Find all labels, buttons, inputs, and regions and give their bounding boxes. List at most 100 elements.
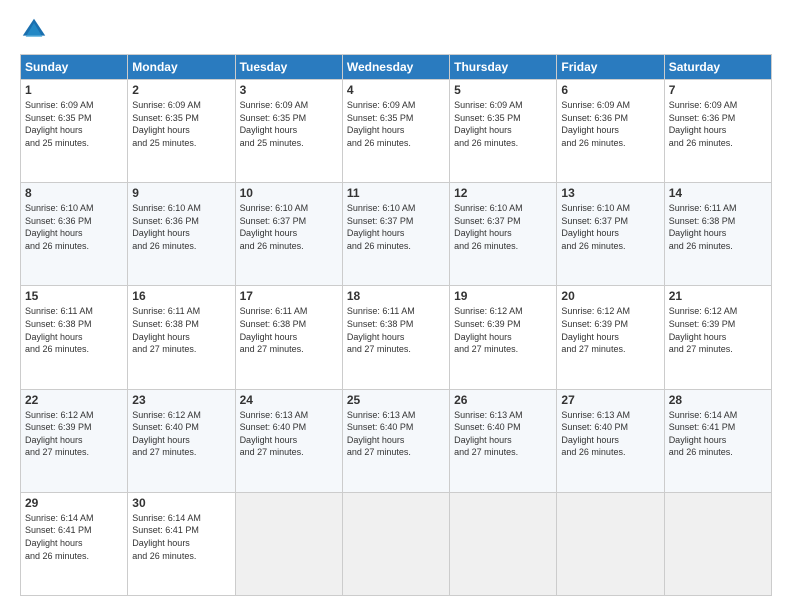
day-number: 22 [25,393,123,407]
day-number: 18 [347,289,445,303]
calendar-cell: 15 Sunrise: 6:11 AM Sunset: 6:38 PM Dayl… [21,286,128,389]
calendar-cell: 4 Sunrise: 6:09 AM Sunset: 6:35 PM Dayli… [342,80,449,183]
calendar-week-3: 15 Sunrise: 6:11 AM Sunset: 6:38 PM Dayl… [21,286,772,389]
calendar-cell: 25 Sunrise: 6:13 AM Sunset: 6:40 PM Dayl… [342,389,449,492]
day-number: 28 [669,393,767,407]
day-number: 27 [561,393,659,407]
col-header-sunday: Sunday [21,55,128,80]
calendar-cell: 7 Sunrise: 6:09 AM Sunset: 6:36 PM Dayli… [664,80,771,183]
day-number: 8 [25,186,123,200]
col-header-wednesday: Wednesday [342,55,449,80]
cell-info: Sunrise: 6:11 AM Sunset: 6:38 PM Dayligh… [240,305,338,355]
cell-info: Sunrise: 6:09 AM Sunset: 6:35 PM Dayligh… [25,99,123,149]
cell-info: Sunrise: 6:13 AM Sunset: 6:40 PM Dayligh… [454,409,552,459]
calendar-cell: 24 Sunrise: 6:13 AM Sunset: 6:40 PM Dayl… [235,389,342,492]
calendar-cell: 26 Sunrise: 6:13 AM Sunset: 6:40 PM Dayl… [450,389,557,492]
col-header-tuesday: Tuesday [235,55,342,80]
day-number: 4 [347,83,445,97]
calendar-cell: 16 Sunrise: 6:11 AM Sunset: 6:38 PM Dayl… [128,286,235,389]
calendar-cell [235,492,342,595]
cell-info: Sunrise: 6:11 AM Sunset: 6:38 PM Dayligh… [347,305,445,355]
calendar-week-2: 8 Sunrise: 6:10 AM Sunset: 6:36 PM Dayli… [21,183,772,286]
cell-info: Sunrise: 6:12 AM Sunset: 6:40 PM Dayligh… [132,409,230,459]
calendar-table: SundayMondayTuesdayWednesdayThursdayFrid… [20,54,772,596]
calendar-cell: 21 Sunrise: 6:12 AM Sunset: 6:39 PM Dayl… [664,286,771,389]
calendar-cell: 9 Sunrise: 6:10 AM Sunset: 6:36 PM Dayli… [128,183,235,286]
calendar-cell: 8 Sunrise: 6:10 AM Sunset: 6:36 PM Dayli… [21,183,128,286]
cell-info: Sunrise: 6:09 AM Sunset: 6:35 PM Dayligh… [347,99,445,149]
calendar-cell: 19 Sunrise: 6:12 AM Sunset: 6:39 PM Dayl… [450,286,557,389]
calendar-cell: 27 Sunrise: 6:13 AM Sunset: 6:40 PM Dayl… [557,389,664,492]
cell-info: Sunrise: 6:10 AM Sunset: 6:36 PM Dayligh… [132,202,230,252]
calendar-cell [664,492,771,595]
cell-info: Sunrise: 6:09 AM Sunset: 6:36 PM Dayligh… [561,99,659,149]
cell-info: Sunrise: 6:09 AM Sunset: 6:35 PM Dayligh… [240,99,338,149]
cell-info: Sunrise: 6:14 AM Sunset: 6:41 PM Dayligh… [25,512,123,562]
calendar-cell: 23 Sunrise: 6:12 AM Sunset: 6:40 PM Dayl… [128,389,235,492]
cell-info: Sunrise: 6:09 AM Sunset: 6:36 PM Dayligh… [669,99,767,149]
day-number: 7 [669,83,767,97]
cell-info: Sunrise: 6:10 AM Sunset: 6:37 PM Dayligh… [454,202,552,252]
calendar-cell: 30 Sunrise: 6:14 AM Sunset: 6:41 PM Dayl… [128,492,235,595]
day-number: 16 [132,289,230,303]
day-number: 12 [454,186,552,200]
day-number: 2 [132,83,230,97]
cell-info: Sunrise: 6:13 AM Sunset: 6:40 PM Dayligh… [561,409,659,459]
col-header-saturday: Saturday [664,55,771,80]
page: SundayMondayTuesdayWednesdayThursdayFrid… [0,0,792,612]
header [20,16,772,44]
cell-info: Sunrise: 6:09 AM Sunset: 6:35 PM Dayligh… [454,99,552,149]
calendar-cell: 10 Sunrise: 6:10 AM Sunset: 6:37 PM Dayl… [235,183,342,286]
day-number: 3 [240,83,338,97]
calendar-cell: 14 Sunrise: 6:11 AM Sunset: 6:38 PM Dayl… [664,183,771,286]
day-number: 5 [454,83,552,97]
calendar-cell [450,492,557,595]
cell-info: Sunrise: 6:11 AM Sunset: 6:38 PM Dayligh… [25,305,123,355]
col-header-friday: Friday [557,55,664,80]
cell-info: Sunrise: 6:11 AM Sunset: 6:38 PM Dayligh… [132,305,230,355]
cell-info: Sunrise: 6:10 AM Sunset: 6:37 PM Dayligh… [561,202,659,252]
day-number: 20 [561,289,659,303]
calendar-cell: 3 Sunrise: 6:09 AM Sunset: 6:35 PM Dayli… [235,80,342,183]
logo [20,16,52,44]
cell-info: Sunrise: 6:14 AM Sunset: 6:41 PM Dayligh… [669,409,767,459]
day-number: 25 [347,393,445,407]
day-number: 10 [240,186,338,200]
cell-info: Sunrise: 6:10 AM Sunset: 6:36 PM Dayligh… [25,202,123,252]
cell-info: Sunrise: 6:12 AM Sunset: 6:39 PM Dayligh… [25,409,123,459]
calendar-cell: 17 Sunrise: 6:11 AM Sunset: 6:38 PM Dayl… [235,286,342,389]
calendar-cell [557,492,664,595]
logo-icon [20,16,48,44]
cell-info: Sunrise: 6:12 AM Sunset: 6:39 PM Dayligh… [454,305,552,355]
calendar-cell: 13 Sunrise: 6:10 AM Sunset: 6:37 PM Dayl… [557,183,664,286]
cell-info: Sunrise: 6:13 AM Sunset: 6:40 PM Dayligh… [347,409,445,459]
day-number: 15 [25,289,123,303]
cell-info: Sunrise: 6:12 AM Sunset: 6:39 PM Dayligh… [561,305,659,355]
calendar-cell [342,492,449,595]
calendar-cell: 11 Sunrise: 6:10 AM Sunset: 6:37 PM Dayl… [342,183,449,286]
day-number: 14 [669,186,767,200]
calendar-cell: 2 Sunrise: 6:09 AM Sunset: 6:35 PM Dayli… [128,80,235,183]
col-header-thursday: Thursday [450,55,557,80]
cell-info: Sunrise: 6:12 AM Sunset: 6:39 PM Dayligh… [669,305,767,355]
day-number: 30 [132,496,230,510]
day-number: 9 [132,186,230,200]
calendar-cell: 5 Sunrise: 6:09 AM Sunset: 6:35 PM Dayli… [450,80,557,183]
cell-info: Sunrise: 6:09 AM Sunset: 6:35 PM Dayligh… [132,99,230,149]
day-number: 13 [561,186,659,200]
day-number: 21 [669,289,767,303]
calendar-cell: 1 Sunrise: 6:09 AM Sunset: 6:35 PM Dayli… [21,80,128,183]
calendar-cell: 18 Sunrise: 6:11 AM Sunset: 6:38 PM Dayl… [342,286,449,389]
calendar-week-5: 29 Sunrise: 6:14 AM Sunset: 6:41 PM Dayl… [21,492,772,595]
day-number: 29 [25,496,123,510]
day-number: 26 [454,393,552,407]
calendar-cell: 29 Sunrise: 6:14 AM Sunset: 6:41 PM Dayl… [21,492,128,595]
day-number: 1 [25,83,123,97]
cell-info: Sunrise: 6:11 AM Sunset: 6:38 PM Dayligh… [669,202,767,252]
cell-info: Sunrise: 6:14 AM Sunset: 6:41 PM Dayligh… [132,512,230,562]
calendar-week-4: 22 Sunrise: 6:12 AM Sunset: 6:39 PM Dayl… [21,389,772,492]
day-number: 17 [240,289,338,303]
calendar-cell: 6 Sunrise: 6:09 AM Sunset: 6:36 PM Dayli… [557,80,664,183]
calendar-cell: 28 Sunrise: 6:14 AM Sunset: 6:41 PM Dayl… [664,389,771,492]
col-header-monday: Monday [128,55,235,80]
